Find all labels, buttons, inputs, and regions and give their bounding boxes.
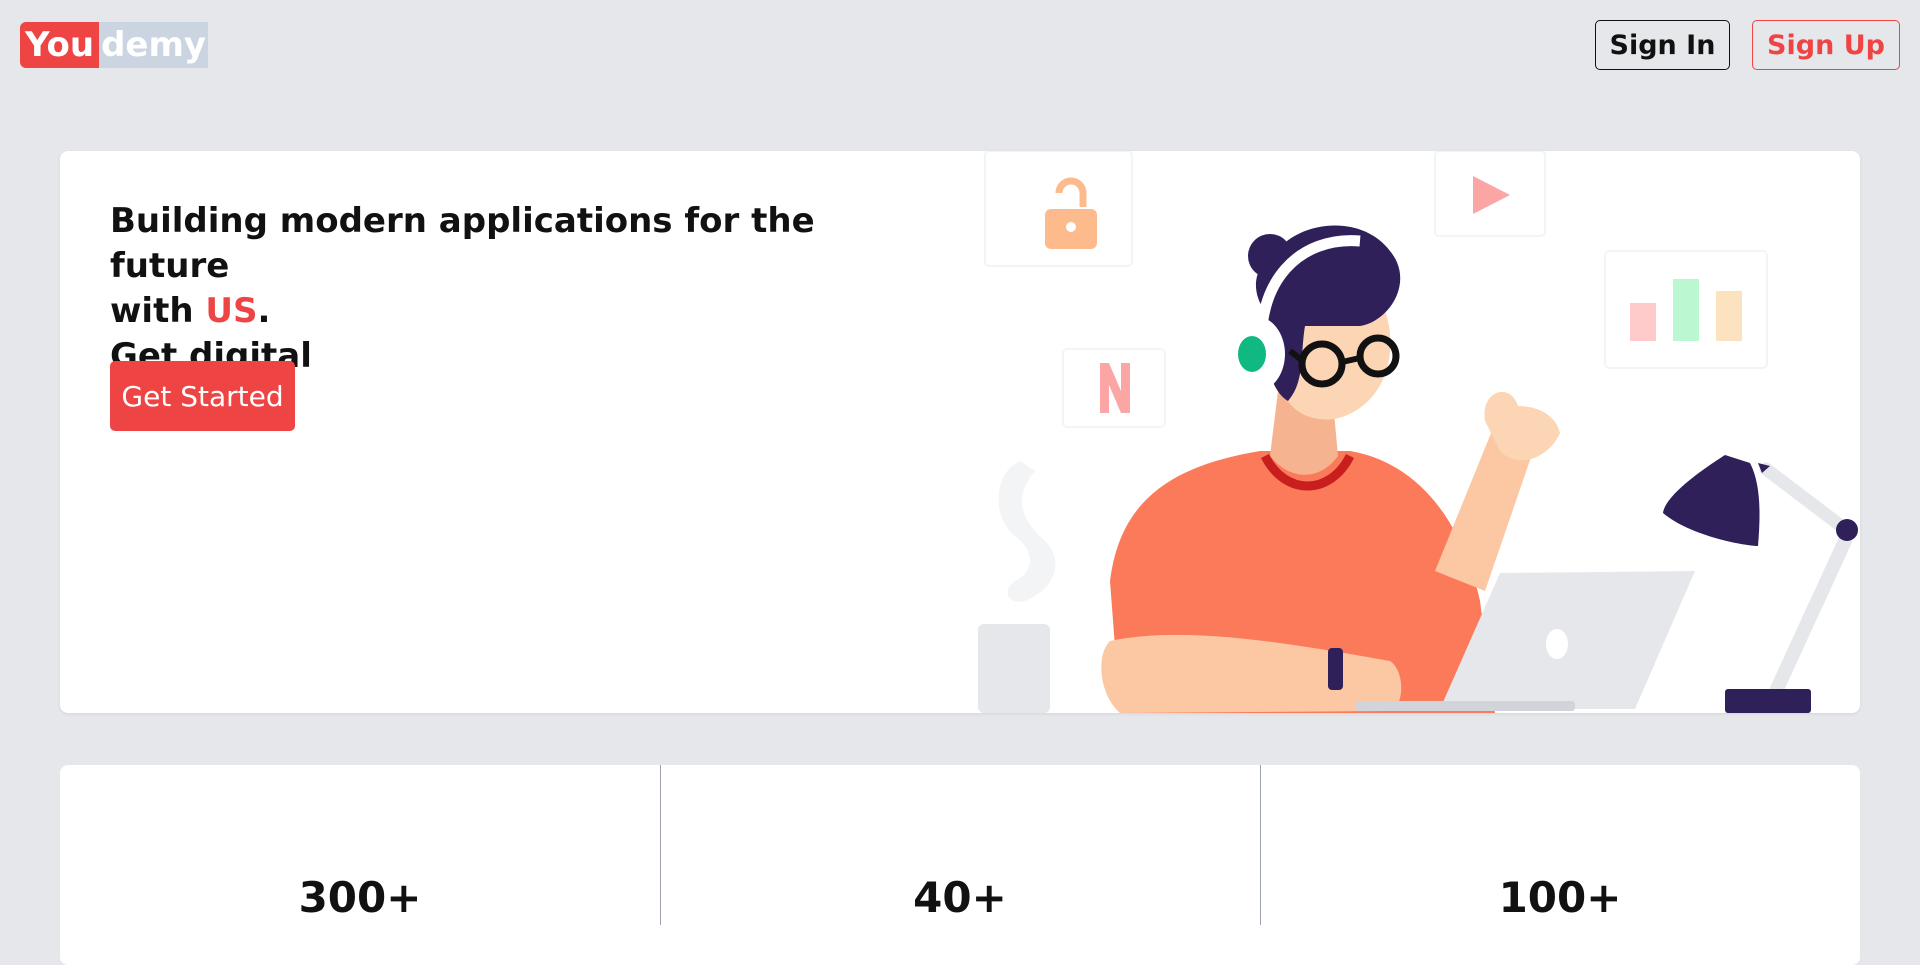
hero-card: Building modern applications for the fut… [60,151,1860,713]
hero-line-2-prefix: with [110,291,206,331]
hero-accent-us: US [205,291,258,331]
logo-you: You [20,22,100,68]
hero-line-1: Building modern applications for the fut… [110,201,815,286]
desk-lamp-icon [1663,455,1858,713]
stat-item: 300+ [60,765,660,965]
sign-up-button[interactable]: Sign Up [1752,20,1900,70]
logo[interactable]: You demy [20,22,209,68]
lock-icon [984,151,1133,267]
stat-value: 40+ [913,873,1007,922]
steam-shape [998,461,1056,602]
stat-value: 100+ [1498,873,1622,922]
sign-in-button[interactable]: Sign In [1595,20,1730,70]
stat-item: 40+ [660,765,1260,965]
bar-chart-icon [1604,250,1768,369]
play-icon [1434,151,1546,237]
hero-heading: Building modern applications for the fut… [110,199,930,379]
hero-text: Building modern applications for the fut… [110,199,930,379]
stat-item: 100+ [1260,765,1860,965]
stats-card: 300+ 40+ 100+ [60,765,1860,965]
netflix-n-icon [1062,348,1166,428]
get-started-button[interactable]: Get Started [110,361,295,431]
hero-line-2-suffix: . [257,291,271,331]
stat-value: 300+ [298,873,422,922]
logo-demy: demy [99,22,209,68]
